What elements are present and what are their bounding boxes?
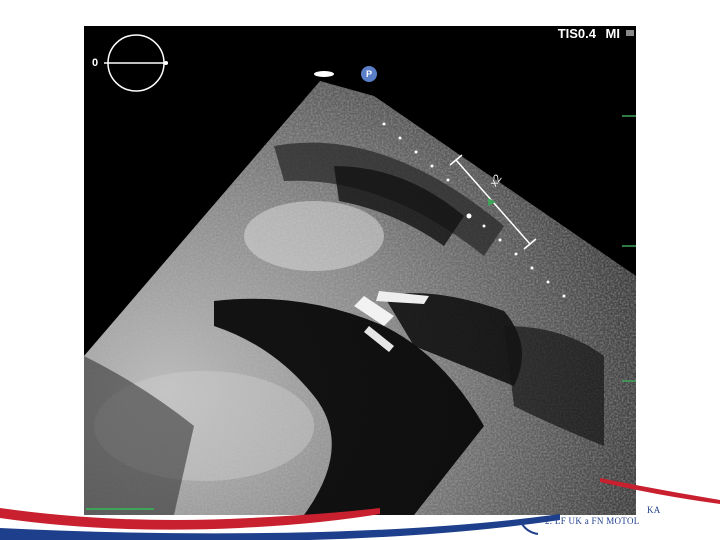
status-mark: [626, 30, 634, 36]
probe-marker: P: [361, 66, 377, 82]
sector-tissue: [84, 81, 636, 515]
ultrasound-image: TIS0.4 MI 0 P x2: [84, 26, 636, 515]
slide: TIS0.4 MI 0 P x2 KA 2. LF UK a FN MOTOL: [0, 0, 720, 540]
mi-label: MI: [605, 26, 620, 41]
institution-line2: 2. LF UK a FN MOTOL: [545, 516, 640, 526]
echo-scan: [84, 34, 636, 515]
footer-red-swoosh: [0, 508, 380, 530]
footer-decoration: [0, 478, 720, 540]
transducer-mark: [314, 71, 334, 77]
orientation-indicator: [104, 34, 168, 92]
tis-label: TIS0.4: [557, 26, 596, 41]
footer-red-stripe: [600, 478, 720, 504]
angle-value: 0: [92, 57, 99, 69]
institution-line1: KA: [647, 505, 661, 515]
